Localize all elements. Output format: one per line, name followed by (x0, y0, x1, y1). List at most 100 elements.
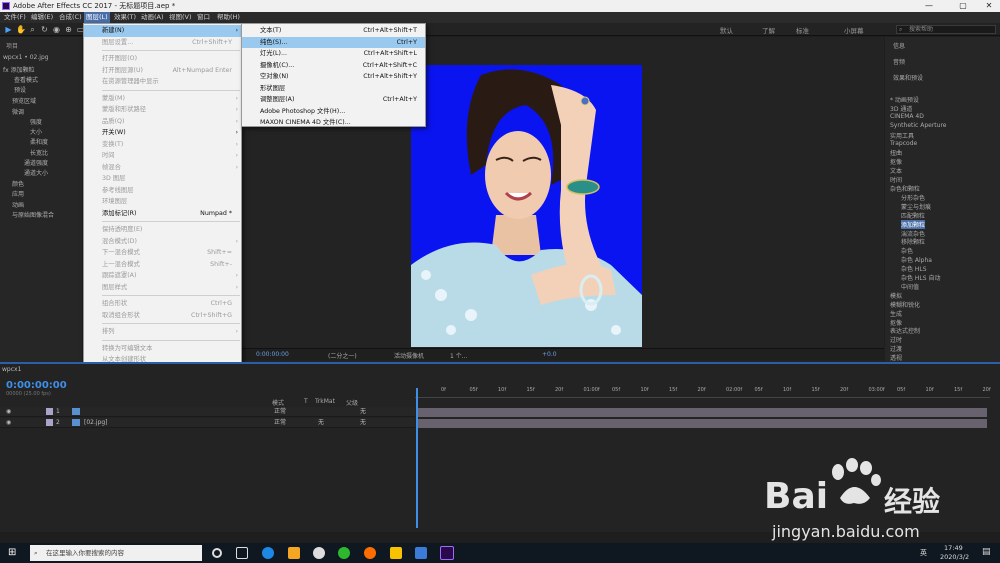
clock-time[interactable]: 17:49 (944, 544, 963, 552)
effect-row[interactable]: 颜色 (12, 179, 24, 188)
effects-list-item[interactable]: 模糊和锐化 (890, 300, 920, 309)
app-icon[interactable] (288, 547, 300, 559)
layer-track-bar[interactable] (417, 419, 987, 428)
menu-composition[interactable]: 合成(C) (57, 12, 84, 23)
layer-menu-item[interactable]: 品质(Q) › (84, 116, 241, 128)
effects-tab[interactable]: 效果和预设 (893, 73, 923, 82)
layer-parent[interactable]: 无 (360, 418, 366, 428)
layer-label-color[interactable] (46, 408, 53, 415)
audio-tab[interactable]: 音频 (893, 57, 905, 66)
camera-tool-icon[interactable]: ◉ (52, 25, 61, 34)
effects-list-item[interactable]: 文本 (890, 166, 902, 175)
maximize-button[interactable]: ▢ (952, 0, 974, 12)
effects-list-item[interactable]: 过渡 (890, 344, 902, 353)
effect-row[interactable]: 微调 (12, 107, 24, 116)
menu-window[interactable]: 窗口 (195, 12, 212, 23)
new-submenu-item[interactable]: 纯色(S)... Ctrl+Y (242, 36, 425, 48)
workspace-small-screen[interactable]: 小屏幕 (844, 25, 864, 35)
layer-menu-item[interactable]: 打开图层(O) (84, 53, 241, 65)
effects-list-item[interactable]: Synthetic Aperture (890, 122, 947, 129)
clock-date[interactable]: 2020/3/2 (940, 553, 969, 561)
app-icon[interactable] (313, 547, 325, 559)
search-help-input[interactable]: ⌕ 搜索帮助 (896, 25, 996, 34)
effect-row[interactable]: 预设 (14, 85, 26, 94)
new-submenu-item[interactable]: 调整图层(A) Ctrl+Alt+Y (242, 94, 425, 106)
effects-list-item[interactable]: 杂色 Alpha (901, 255, 932, 264)
menu-file[interactable]: 文件(F) (2, 12, 28, 23)
composition-canvas[interactable] (411, 65, 642, 347)
new-submenu-item[interactable]: 摄像机(C)... Ctrl+Alt+Shift+C (242, 60, 425, 72)
camera-select[interactable]: 活动摄像机 (394, 351, 424, 360)
effects-list-item[interactable]: 杂色和颗粒 (890, 184, 920, 193)
effects-list-item[interactable]: 抠像 (890, 318, 902, 327)
effect-row[interactable]: 查看模式 (14, 75, 38, 84)
layer-menu-item[interactable]: 跟踪遮罩(A) › (84, 270, 241, 282)
minimize-button[interactable]: — (918, 0, 940, 12)
layer-menu-item[interactable]: 排列 › (84, 326, 241, 338)
layer-menu-item[interactable]: 上一混合模式 Shift+- (84, 259, 241, 271)
effect-row[interactable]: 强度 (30, 117, 42, 126)
task-view-icon[interactable] (236, 547, 248, 559)
effect-row[interactable]: 通道大小 (24, 168, 48, 177)
layer-menu-item[interactable]: 帧混合 › (84, 162, 241, 174)
new-submenu-item[interactable]: MAXON CINEMA 4D 文件(C)... (242, 117, 425, 129)
effects-list-item[interactable]: 抠像 (890, 157, 902, 166)
project-tab[interactable]: 项目 (6, 41, 18, 50)
visibility-eye-icon[interactable]: ◉ (6, 407, 11, 417)
exposure-value[interactable]: +0.0 (542, 351, 557, 358)
app-icon[interactable] (338, 547, 350, 559)
layer-menu-item[interactable]: 转换为可编辑文本 (84, 343, 241, 355)
current-time-indicator[interactable] (416, 388, 418, 528)
effects-list-item[interactable]: 实用工具 (890, 131, 914, 140)
menu-edit[interactable]: 编辑(E) (29, 12, 55, 23)
effect-row[interactable]: fx 添加颗粒 (3, 65, 35, 74)
effects-list-item[interactable]: Trapcode (890, 140, 917, 147)
layer-menu-item[interactable]: 取消组合形状 Ctrl+Shift+G (84, 310, 241, 322)
effects-list-item[interactable]: 杂色 (901, 246, 913, 255)
layer-name[interactable]: [02.jpg] (84, 418, 108, 428)
firefox-icon[interactable] (364, 547, 376, 559)
effect-row[interactable]: 大小 (30, 127, 42, 136)
effects-list-item[interactable]: 透视 (890, 353, 902, 362)
effects-list-item[interactable]: CINEMA 4D (890, 113, 924, 120)
layer-menu-item[interactable]: 组合形状 Ctrl+G (84, 298, 241, 310)
effects-list-item[interactable]: 杂色 HLS 自动 (901, 273, 940, 282)
layer-menu-item[interactable]: 下一混合模式 Shift+= (84, 247, 241, 259)
close-button[interactable]: ✕ (978, 0, 1000, 12)
layer-menu-item[interactable]: 蒙版(M) › (84, 93, 241, 105)
file-explorer-icon[interactable] (390, 547, 402, 559)
cortana-icon[interactable] (212, 548, 222, 558)
layer-trkmat[interactable]: 无 (318, 418, 324, 428)
new-submenu-item[interactable]: 空对象(N) Ctrl+Alt+Shift+Y (242, 71, 425, 83)
effect-row[interactable]: 动画 (12, 200, 24, 209)
layer-menu-item[interactable]: 图层设置... Ctrl+Shift+Y (84, 37, 241, 49)
menu-view[interactable]: 视图(V) (167, 12, 194, 23)
windows-start-icon[interactable]: ⊞ (8, 547, 16, 558)
workspace-standard[interactable]: 标准 (796, 25, 809, 35)
new-submenu-item[interactable]: 灯光(L)... Ctrl+Alt+Shift+L (242, 48, 425, 60)
time-ruler[interactable]: 0f 05f 10f 15f 20f 01:00f 05f 10f 15f 20f 02:00f 05… (415, 384, 991, 398)
effects-list-item[interactable]: * 动画预设 (890, 95, 919, 104)
after-effects-taskbar-icon[interactable] (440, 546, 454, 560)
info-tab[interactable]: 信息 (893, 41, 905, 50)
timeline-comp-tab[interactable]: wpcx1 (2, 366, 21, 373)
menu-effect[interactable]: 效果(T) (112, 12, 138, 23)
effects-list-item[interactable]: 添加颗粒 (901, 219, 926, 229)
visibility-eye-icon[interactable]: ◉ (6, 418, 11, 428)
workspace-learn[interactable]: 了解 (762, 25, 775, 35)
comp-timecode[interactable]: 0:00:00:00 (256, 351, 289, 358)
layer-menu-item[interactable]: 新建(N) › (84, 25, 241, 37)
layer-menu-item[interactable]: 时间 › (84, 150, 241, 162)
new-submenu-item[interactable]: 形状图层 (242, 83, 425, 95)
layer-row[interactable]: ◉ 2 [02.jpg] 正常 无 无 (0, 418, 415, 428)
layer-menu-item[interactable]: 开关(W) › (84, 127, 241, 139)
layer-mode[interactable]: 正常 (274, 418, 286, 428)
effects-list-item[interactable]: 3D 通道 (890, 104, 912, 113)
layer-track-bar[interactable] (417, 408, 987, 417)
effects-list-item[interactable]: 杂色 HLS (901, 264, 927, 273)
layer-menu-item[interactable]: 环境图层 (84, 196, 241, 208)
effects-list-item[interactable]: 分形杂色 (901, 193, 925, 202)
zoom-tool-icon[interactable]: ⌕ (28, 25, 37, 34)
taskbar-search-input[interactable]: ⌕ 在这里输入你要搜索的内容 (30, 545, 202, 561)
timeline-timecode[interactable]: 0:00:00:00 (6, 380, 67, 391)
